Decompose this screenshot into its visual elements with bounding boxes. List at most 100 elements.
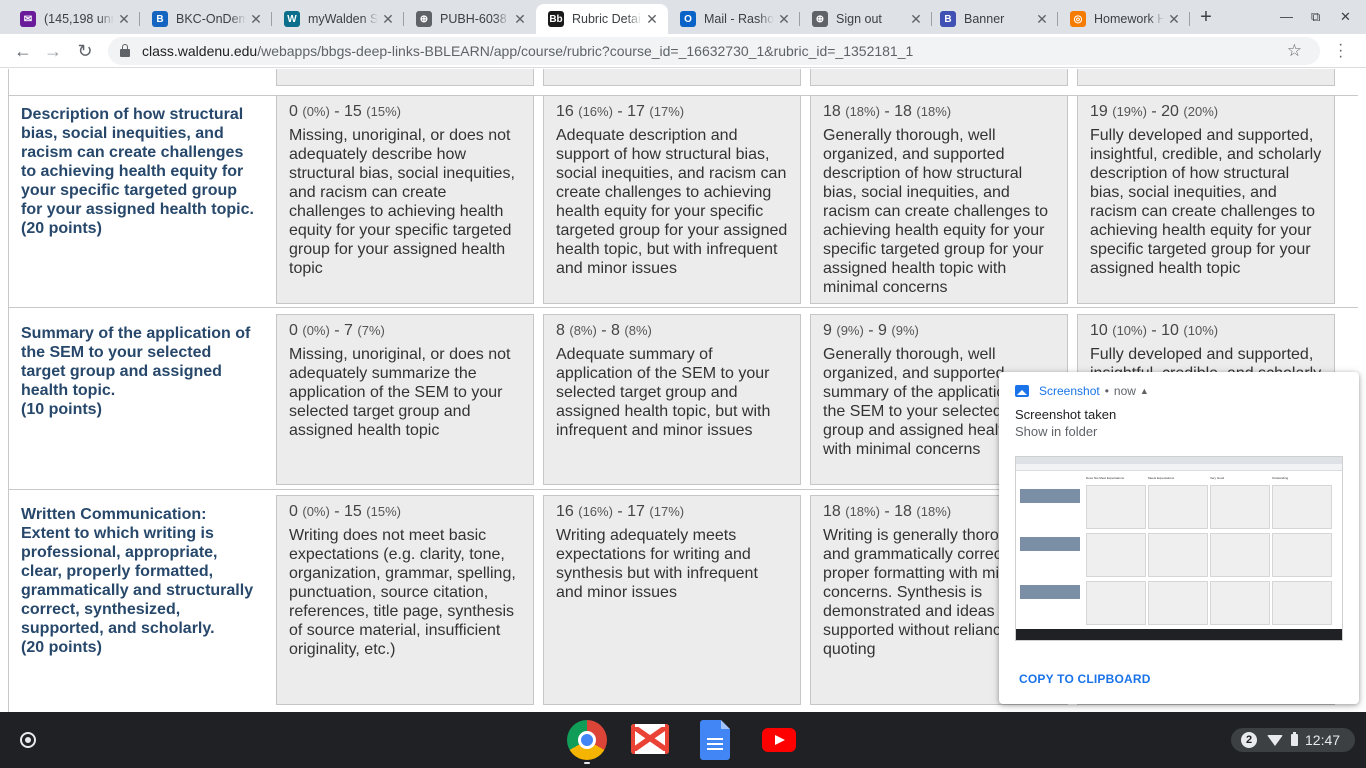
rubric-cell: 0 (0%) - 15 (15%) Missing, unoriginal, or… bbox=[276, 95, 534, 304]
thumbnail-tabstrip bbox=[1016, 457, 1342, 464]
score-sep: - bbox=[1146, 322, 1162, 339]
walden-icon: W bbox=[284, 11, 300, 27]
launcher-icon[interactable] bbox=[20, 732, 36, 748]
score-pct2: (9%) bbox=[891, 323, 919, 338]
thumbnail-criterion bbox=[1020, 489, 1080, 503]
thumbnail-cell bbox=[1148, 485, 1208, 529]
score-pct: (18%) bbox=[845, 504, 880, 519]
restore-icon[interactable]: ⧉ bbox=[1311, 9, 1320, 25]
thumbnail-cell bbox=[1272, 533, 1332, 577]
score-score2: 17 bbox=[627, 103, 645, 120]
close-icon[interactable]: ✕ bbox=[510, 11, 530, 28]
tab-label: myWalden Student Portal bbox=[308, 12, 378, 26]
screenshot-notification[interactable]: Screenshot • now ▲ Screenshot taken Show… bbox=[999, 372, 1359, 704]
reload-icon[interactable]: ↻ bbox=[74, 40, 96, 62]
score-score2: 10 bbox=[1161, 322, 1179, 339]
score-pct2: (18%) bbox=[916, 504, 952, 519]
youtube-icon[interactable] bbox=[762, 728, 796, 752]
gmail-icon[interactable] bbox=[631, 724, 669, 754]
rubric-cell: 0 (0%) - 15 (15%) Writing does not meet b… bbox=[276, 495, 534, 705]
criterion-points: (20 points) bbox=[21, 639, 102, 656]
score-score: 10 bbox=[1090, 322, 1108, 339]
criterion-1: Description of how structural bias, soci… bbox=[21, 105, 256, 238]
running-indicator bbox=[584, 762, 590, 764]
thumbnail-cell bbox=[1210, 581, 1270, 625]
close-icon[interactable]: ✕ bbox=[774, 11, 794, 28]
tab-label: (145,198 unread) bbox=[44, 12, 114, 26]
screenshot-thumbnail[interactable]: Does Not Meet Expectations Meets Expectat… bbox=[1015, 456, 1343, 641]
chevron-up-icon[interactable]: ▲ bbox=[1140, 386, 1149, 396]
score-score: 8 bbox=[556, 322, 565, 339]
bookmark-star-icon[interactable]: ☆ bbox=[1287, 41, 1302, 61]
wifi-icon bbox=[1267, 734, 1283, 746]
copy-to-clipboard-button[interactable]: COPY TO CLIPBOARD bbox=[1019, 672, 1151, 686]
url-path: /webapps/bbgs-deep-links-BBLEARN/app/cou… bbox=[257, 43, 914, 59]
close-icon[interactable]: ✕ bbox=[378, 11, 398, 28]
score-pct: (0%) bbox=[302, 104, 330, 119]
google-docs-icon[interactable] bbox=[700, 720, 730, 760]
close-icon[interactable]: ✕ bbox=[1032, 11, 1052, 28]
score-score2: 20 bbox=[1161, 103, 1179, 120]
score-sep: - bbox=[329, 322, 345, 339]
tab-4[interactable]: Bb Rubric Detail ✕ bbox=[536, 4, 668, 34]
tab-label: Banner bbox=[964, 12, 1005, 26]
notification-header: Screenshot • now ▲ bbox=[1015, 384, 1149, 398]
thumbnail-shelf bbox=[1016, 629, 1342, 640]
score-range: 0 (0%) - 7 (7%) bbox=[289, 321, 521, 341]
forward-arrow-icon[interactable]: → bbox=[42, 40, 64, 62]
thumbnail-cell bbox=[1148, 581, 1208, 625]
thumbnail-cell bbox=[1272, 581, 1332, 625]
address-bar[interactable]: class.waldenu.edu/webapps/bbgs-deep-link… bbox=[108, 37, 1320, 65]
rubric-cell: 18 (18%) - 18 (18%) Generally thorough, w… bbox=[810, 95, 1068, 304]
tab-label: BKC-OnDemand bbox=[176, 12, 246, 26]
notification-count-badge: 2 bbox=[1241, 732, 1257, 748]
notification-separator: • bbox=[1104, 384, 1109, 398]
thumbnail-header: Very Good bbox=[1210, 476, 1225, 480]
minimize-icon[interactable]: — bbox=[1280, 9, 1293, 24]
score-pct: (16%) bbox=[578, 104, 613, 119]
close-icon[interactable]: ✕ bbox=[1164, 11, 1184, 28]
new-tab-icon[interactable]: + bbox=[1194, 6, 1218, 30]
score-score2: 7 bbox=[344, 322, 353, 339]
tab-0[interactable]: ✉ (145,198 unread)✕ bbox=[8, 4, 140, 34]
chrome-icon[interactable] bbox=[567, 720, 607, 760]
tab-7[interactable]: B Banner ✕ bbox=[928, 4, 1058, 34]
tab-strip: ✉(145,198 unread)✕BBKC-OnDemand✕WmyWalde… bbox=[0, 0, 1366, 34]
browser-menu-icon[interactable]: · · · bbox=[1338, 37, 1343, 65]
close-window-icon[interactable]: ✕ bbox=[1340, 9, 1351, 25]
score-sep: - bbox=[879, 103, 895, 120]
close-icon[interactable]: ✕ bbox=[114, 11, 134, 28]
globe-icon: ⊕ bbox=[416, 11, 432, 27]
lock-icon[interactable] bbox=[120, 44, 130, 57]
score-score2: 8 bbox=[611, 322, 620, 339]
table-left-border bbox=[8, 69, 9, 712]
score-score: 18 bbox=[823, 103, 841, 120]
tab-3[interactable]: ⊕ PUBH-6038 ✕ bbox=[404, 4, 536, 34]
tab-2[interactable]: WmyWalden Student Portal✕ bbox=[272, 4, 404, 34]
tab-1[interactable]: B BKC-OnDemand✕ bbox=[140, 4, 272, 34]
score-pct2: (17%) bbox=[649, 504, 685, 519]
rubric-cell: 8 (8%) - 8 (8%) Adequate summary of appli… bbox=[543, 314, 801, 485]
tab-6[interactable]: ⊕ Sign out ✕ bbox=[800, 4, 932, 34]
status-tray[interactable]: 2 12:47 bbox=[1231, 728, 1355, 752]
score-score: 0 bbox=[289, 322, 298, 339]
score-sep: - bbox=[1146, 103, 1162, 120]
globe-icon: ⊕ bbox=[812, 11, 828, 27]
tab-8[interactable]: ◎ Homework Help✕ bbox=[1058, 4, 1190, 34]
os-shelf: 2 12:47 bbox=[0, 712, 1366, 768]
rubric-cell: 19 (19%) - 20 (20%) Fully developed and s… bbox=[1077, 95, 1335, 304]
score-score: 0 bbox=[289, 503, 298, 520]
show-in-folder-link[interactable]: Show in folder bbox=[1015, 424, 1097, 439]
close-icon[interactable]: ✕ bbox=[906, 11, 926, 28]
mail-icon: ✉ bbox=[20, 11, 36, 27]
tab-5[interactable]: O Mail - Rashonda✕ bbox=[668, 4, 800, 34]
rubric-cell: 0 (0%) - 7 (7%) Missing, unoriginal, or d… bbox=[276, 314, 534, 485]
score-sep: - bbox=[612, 503, 628, 520]
close-icon[interactable]: ✕ bbox=[642, 11, 662, 28]
score-range: 9 (9%) - 9 (9%) bbox=[823, 321, 1055, 341]
close-icon[interactable]: ✕ bbox=[246, 11, 266, 28]
url-host: class.waldenu.edu bbox=[142, 43, 258, 59]
tab-label: Homework Help bbox=[1094, 12, 1164, 26]
score-score: 9 bbox=[823, 322, 832, 339]
back-arrow-icon[interactable]: ← bbox=[12, 40, 34, 62]
